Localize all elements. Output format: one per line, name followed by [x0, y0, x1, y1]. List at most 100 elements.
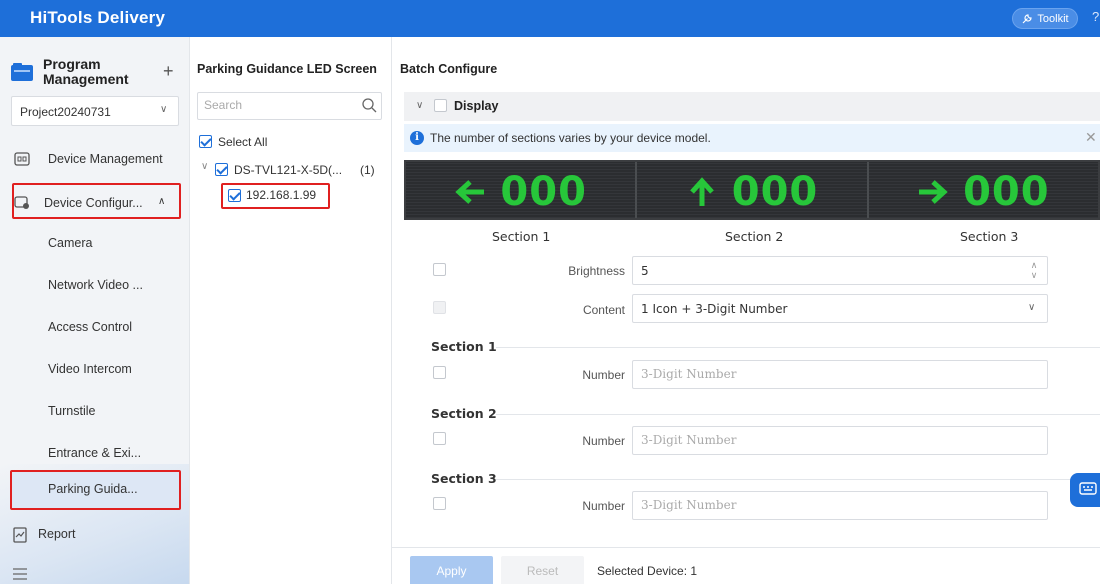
led-section-3: 000 — [868, 162, 1098, 218]
sidebar-item-label: Entrance & Exi... — [48, 446, 142, 460]
keyboard-icon — [1079, 482, 1097, 495]
brightness-label: Brightness — [568, 264, 625, 278]
sidebar-item-entrance-exit[interactable]: Entrance & Exi... — [0, 434, 189, 474]
group-title-section-1: Section 1 — [431, 339, 497, 354]
info-banner: i The number of sections varies by your … — [404, 124, 1100, 152]
search-icon[interactable] — [361, 97, 377, 113]
display-section-header[interactable]: ∨ Display — [404, 92, 1100, 121]
section-1-number-field[interactable] — [632, 360, 1048, 389]
device-ip: 192.168.1.99 — [246, 188, 317, 202]
project-name: Project20240731 — [20, 105, 111, 119]
sidebar-item-label: Turnstile — [48, 404, 96, 418]
sidebar-item-camera[interactable]: Camera — [0, 224, 189, 264]
number-label: Number — [582, 368, 625, 382]
arrow-left-icon — [455, 180, 485, 204]
device-model-name: DS-TVL121-X-5D(... — [234, 163, 343, 177]
sidebar-item-turnstile[interactable]: Turnstile — [0, 392, 189, 432]
section-2-number-input[interactable] — [641, 433, 1021, 447]
arrow-up-icon — [689, 177, 714, 206]
sidebar-item-label: Network Video ... — [48, 278, 143, 292]
display-label: Display — [454, 99, 499, 113]
led-number: 000 — [731, 169, 819, 215]
title-bar: HiTools Delivery Toolkit ? — [0, 0, 1100, 37]
sidebar-item-label: Video Intercom — [48, 362, 132, 376]
sidebar-item-label: Camera — [48, 236, 93, 250]
content-value: 1 Icon + 3-Digit Number — [641, 302, 788, 316]
info-icon: i — [410, 131, 424, 145]
sidebar-item-label: Device Management — [48, 152, 163, 166]
divider — [496, 414, 1100, 415]
device-count: (1) — [360, 163, 375, 177]
sidebar-item-device-management[interactable]: Device Management — [0, 140, 189, 180]
led-section-2: 000 — [637, 162, 869, 218]
divider — [496, 347, 1100, 348]
number-label: Number — [582, 499, 625, 513]
apply-button[interactable]: Apply — [410, 556, 493, 584]
sidebar-item-report[interactable]: Report — [0, 515, 189, 555]
section-1-number-input[interactable] — [641, 367, 1021, 381]
chevron-down-icon: ∨ — [1028, 302, 1036, 313]
expand-chevron-icon[interactable]: ∨ — [201, 161, 208, 172]
section-label: Section 2 — [725, 229, 784, 244]
spin-arrows-icon[interactable]: ∧ ∨ — [1028, 260, 1040, 282]
led-number: 000 — [500, 169, 587, 215]
selected-device-count: Selected Device: 1 — [597, 564, 698, 578]
program-folder-icon — [11, 63, 33, 81]
search-field[interactable] — [197, 92, 382, 120]
search-input[interactable] — [204, 98, 354, 112]
device-group-checkbox[interactable] — [215, 163, 228, 176]
section-3-number-checkbox[interactable] — [433, 497, 446, 510]
number-label: Number — [582, 434, 625, 448]
section-3-number-field[interactable] — [632, 491, 1048, 520]
floating-keyboard-button[interactable] — [1070, 473, 1100, 507]
highlight-box — [10, 470, 181, 510]
display-checkbox[interactable] — [434, 99, 447, 112]
led-section-1: 000 — [406, 162, 638, 218]
batch-configure-panel: Batch Configure ∨ Display i The number o… — [392, 37, 1100, 584]
section-2-number-checkbox[interactable] — [433, 432, 446, 445]
device-ip-checkbox[interactable] — [228, 189, 241, 202]
sidebar-item-video-intercom[interactable]: Video Intercom — [0, 350, 189, 390]
section-label: Section 3 — [960, 229, 1019, 244]
section-2-number-field[interactable] — [632, 426, 1048, 455]
select-all-checkbox[interactable] — [199, 135, 212, 148]
chevron-down-icon: ∨ — [160, 104, 168, 115]
divider — [496, 479, 1100, 480]
sidebar-item-label: Access Control — [48, 320, 133, 334]
collapse-menu-button[interactable] — [0, 555, 40, 584]
wrench-icon — [1022, 13, 1033, 23]
info-text: The number of sections varies by your de… — [430, 131, 711, 145]
app-title: HiTools Delivery — [30, 8, 166, 27]
brightness-checkbox[interactable] — [433, 263, 446, 276]
help-icon[interactable]: ? — [1092, 9, 1099, 24]
program-title: Program Management — [43, 56, 129, 87]
device-management-icon — [14, 152, 30, 166]
reset-button[interactable]: Reset — [501, 556, 584, 584]
content-checkbox — [433, 301, 446, 314]
section-3-number-input[interactable] — [641, 498, 1021, 512]
group-title-section-2: Section 2 — [431, 406, 497, 421]
panel-title: Parking Guidance LED Screen — [197, 62, 377, 76]
toolkit-label: Toolkit — [1037, 12, 1069, 25]
sidebar-item-network-video[interactable]: Network Video ... — [0, 266, 189, 306]
section-1-number-checkbox[interactable] — [433, 366, 446, 379]
brightness-value: 5 — [641, 264, 649, 278]
add-program-icon[interactable]: + — [163, 61, 174, 82]
project-select[interactable]: Project20240731 ∨ — [11, 96, 179, 126]
brightness-stepper[interactable]: 5 ∧ ∨ — [632, 256, 1048, 285]
program-header: Program Management + — [11, 57, 181, 93]
sidebar: Program Management + Project20240731 ∨ D… — [0, 37, 190, 584]
content-select[interactable]: 1 Icon + 3-Digit Number ∨ — [632, 294, 1048, 323]
device-list-panel: Parking Guidance LED Screen Select All ∨… — [190, 37, 392, 584]
toolkit-button[interactable]: Toolkit — [1012, 8, 1078, 29]
led-preview: 000 000 000 — [404, 160, 1100, 220]
footer-bar: Apply Reset Selected Device: 1 — [392, 547, 1100, 584]
section-label: Section 1 — [492, 229, 551, 244]
highlight-box — [12, 183, 181, 219]
chevron-down-icon[interactable]: ∨ — [416, 100, 423, 111]
menu-collapse-icon — [13, 568, 27, 580]
select-all-label: Select All — [218, 135, 268, 149]
close-icon[interactable]: ✕ — [1085, 129, 1097, 146]
content-label: Content — [582, 303, 625, 317]
sidebar-item-access-control[interactable]: Access Control — [0, 308, 189, 348]
